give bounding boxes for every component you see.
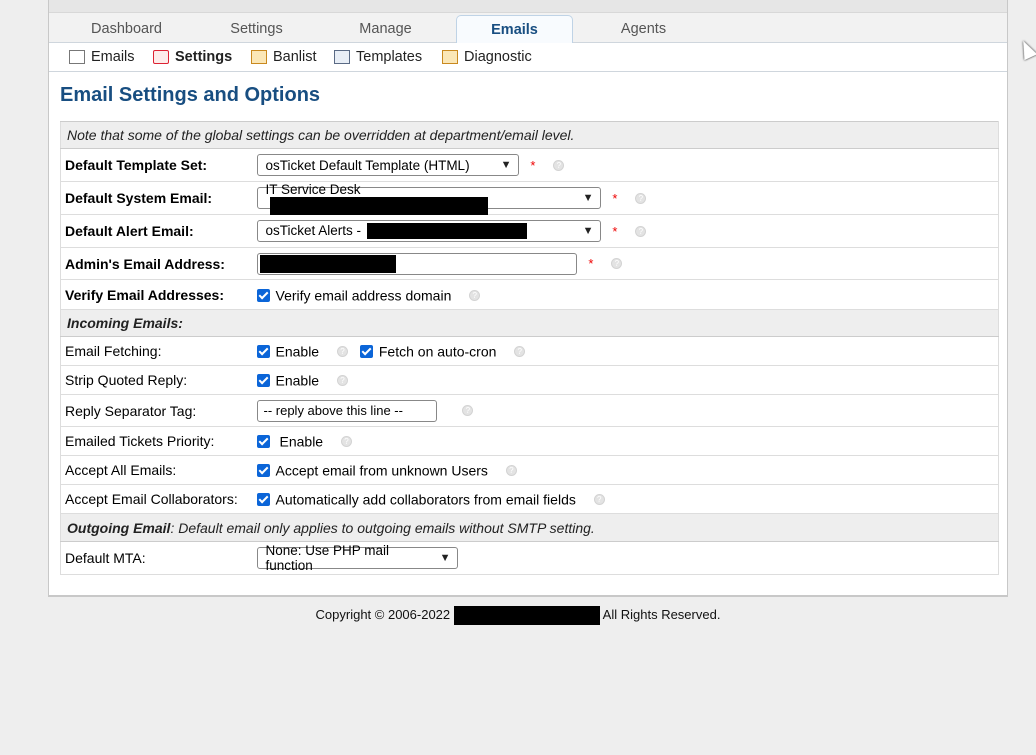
label-admin-email: Admin's Email Address: (60, 247, 253, 280)
redacted-block (259, 254, 396, 273)
label-accept-all: Accept All Emails: (60, 455, 253, 485)
tab-settings[interactable]: Settings (198, 15, 315, 43)
help-icon[interactable]: ? (635, 192, 647, 204)
help-icon[interactable]: ? (553, 159, 565, 171)
chevron-down-icon: ▼ (582, 225, 594, 237)
label-verify-email: Verify Email Addresses: (60, 279, 253, 310)
row-admin-email: Admin's Email Address: * ? (60, 247, 999, 280)
label-default-mta: Default MTA: (60, 541, 253, 575)
label-default-system-email: Default System Email: (60, 181, 253, 215)
reply-separator-input[interactable]: -- reply above this line -- (256, 399, 437, 422)
settings-table: Note that some of the global settings ca… (60, 121, 999, 575)
verify-domain-checkbox[interactable] (256, 288, 270, 302)
tab-dashboard[interactable]: Dashboard (68, 15, 185, 43)
row-email-fetching: Email Fetching: Enable ? Fetch on auto-c… (60, 336, 999, 366)
subnav-templates[interactable]: Templates (334, 49, 422, 65)
row-default-template: Default Template Set: osTicket Default T… (60, 148, 999, 182)
redacted-block (453, 606, 600, 625)
rights-text: All Rights Reserved. (602, 606, 721, 622)
tab-manage[interactable]: Manage (327, 15, 444, 43)
required-mark: * (530, 157, 536, 173)
label-collaborators: Accept Email Collaborators: (60, 484, 253, 514)
accept-all-text: Accept email from unknown Users (275, 462, 488, 479)
row-default-alert-email: Default Alert Email: osTicket Alerts - ▼… (60, 214, 999, 248)
incoming-header-row: Incoming Emails: (60, 309, 999, 337)
redacted-block (269, 196, 488, 215)
main-nav: Dashboard Settings Manage Emails Agents (49, 13, 1007, 44)
templates-icon (334, 50, 350, 64)
row-tickets-priority: Emailed Tickets Priority: Enable ? (60, 426, 999, 456)
strip-quoted-enable-label: Enable (275, 372, 320, 389)
help-icon[interactable]: ? (340, 436, 352, 448)
fetching-enable-checkbox[interactable] (256, 345, 270, 359)
label-default-alert-email: Default Alert Email: (60, 214, 253, 248)
chevron-down-icon: ▼ (439, 552, 451, 564)
subnav-banlist[interactable]: Banlist (251, 49, 317, 65)
default-template-select[interactable]: osTicket Default Template (HTML) ▼ (256, 154, 519, 176)
accept-all-checkbox[interactable] (256, 464, 270, 478)
subnav-settings[interactable]: Settings (153, 49, 232, 65)
chevron-down-icon: ▼ (582, 192, 594, 204)
row-accept-all: Accept All Emails: Accept email from unk… (60, 455, 999, 485)
strip-quoted-checkbox[interactable] (256, 374, 270, 388)
auto-cron-label: Fetch on auto-cron (378, 343, 497, 360)
label-reply-separator: Reply Separator Tag: (60, 394, 253, 427)
row-strip-quoted: Strip Quoted Reply: Enable ? (60, 365, 999, 395)
label-tickets-priority: Emailed Tickets Priority: (60, 426, 253, 456)
default-alert-email-select[interactable]: osTicket Alerts - ▼ (256, 220, 601, 242)
priority-enable-label: Enable (279, 433, 324, 450)
diagnostic-icon (442, 50, 458, 64)
help-icon[interactable]: ? (336, 346, 348, 358)
outgoing-header: Outgoing Email: Default email only appli… (60, 513, 999, 542)
redacted-block (366, 223, 527, 240)
help-icon[interactable]: ? (635, 225, 647, 237)
default-mta-select[interactable]: None: Use PHP mail function ▼ (256, 543, 458, 573)
label-default-template: Default Template Set: (60, 148, 253, 182)
help-icon[interactable]: ? (514, 346, 526, 358)
default-system-email-select[interactable]: IT Service Desk ▼ (256, 182, 601, 215)
help-icon[interactable]: ? (611, 258, 623, 269)
tab-agents[interactable]: Agents (585, 15, 702, 43)
required-mark: * (588, 256, 594, 271)
note-row: Note that some of the global settings ca… (60, 121, 999, 149)
auto-cron-checkbox[interactable] (359, 345, 373, 359)
email-settings-icon (153, 50, 169, 64)
top-strip (49, 0, 1007, 13)
label-email-fetching: Email Fetching: (60, 336, 253, 366)
help-icon[interactable]: ? (593, 494, 605, 506)
help-icon[interactable]: ? (336, 375, 348, 387)
row-default-system-email: Default System Email: IT Service Desk ▼ … (60, 181, 999, 215)
footer: Copyright © 2006-2022 All Rights Reserve… (0, 606, 1036, 625)
help-icon[interactable]: ? (505, 465, 517, 477)
tab-emails[interactable]: Emails (456, 15, 573, 44)
help-icon[interactable]: ? (469, 289, 481, 301)
verify-domain-label: Verify email address domain (275, 287, 452, 304)
row-default-mta: Default MTA: None: Use PHP mail function… (60, 541, 999, 575)
copyright-text: Copyright © 2006-2022 (315, 606, 451, 622)
help-icon[interactable]: ? (462, 405, 474, 416)
subnav-emails[interactable]: Emails (69, 49, 135, 65)
label-strip-quoted: Strip Quoted Reply: (60, 365, 253, 395)
incoming-header: Incoming Emails: (60, 309, 999, 337)
mouse-cursor (1016, 37, 1036, 61)
page-title: Email Settings and Options (60, 84, 321, 106)
priority-checkbox[interactable] (256, 435, 270, 449)
note-text: Note that some of the global settings ca… (60, 121, 999, 149)
subnav-diagnostic[interactable]: Diagnostic (442, 49, 532, 65)
chevron-down-icon: ▼ (500, 159, 512, 171)
collaborators-checkbox[interactable] (256, 493, 270, 507)
outgoing-header-row: Outgoing Email: Default email only appli… (60, 513, 999, 542)
sub-nav: Emails Settings Banlist Templates Diagno… (49, 43, 1007, 72)
required-mark: * (612, 190, 618, 206)
row-verify-email: Verify Email Addresses: Verify email add… (60, 279, 999, 310)
banlist-icon (251, 50, 267, 64)
row-collaborators: Accept Email Collaborators: Automaticall… (60, 484, 999, 514)
main-container: Dashboard Settings Manage Emails Agents … (48, 0, 1008, 597)
collaborators-text: Automatically add collaborators from ema… (275, 491, 576, 508)
fetching-enable-label: Enable (275, 343, 320, 360)
required-mark: * (612, 223, 618, 239)
row-reply-separator: Reply Separator Tag: -- reply above this… (60, 394, 999, 427)
admin-email-input[interactable] (256, 252, 577, 275)
mail-icon (69, 50, 85, 64)
